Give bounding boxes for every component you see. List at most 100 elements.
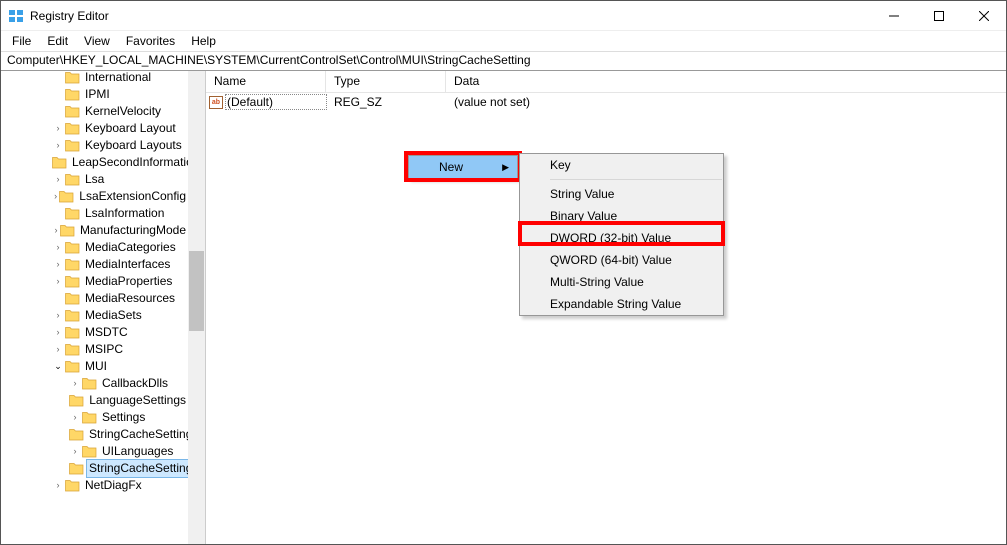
ctx-new-multi[interactable]: Multi-String Value xyxy=(520,271,723,293)
ctx-new-string[interactable]: String Value xyxy=(520,183,723,205)
folder-icon xyxy=(64,309,80,323)
folder-icon xyxy=(64,207,80,221)
maximize-button[interactable] xyxy=(916,1,961,30)
chevron-right-icon[interactable]: › xyxy=(52,120,64,137)
tree-node[interactable]: › MSDTC xyxy=(1,324,188,341)
folder-icon xyxy=(69,462,84,476)
folder-icon xyxy=(69,394,84,408)
tree-node[interactable]: LeapSecondInformation xyxy=(1,154,188,171)
list-row[interactable]: ab (Default) REG_SZ (value not set) xyxy=(206,93,1006,111)
tree-label: International xyxy=(83,71,153,86)
tree-label: MSDTC xyxy=(83,324,130,341)
menubar: File Edit View Favorites Help xyxy=(1,31,1006,51)
folder-icon xyxy=(60,224,75,238)
ctx-separator xyxy=(550,179,722,180)
folder-icon xyxy=(64,105,80,119)
tree-node[interactable]: › UILanguages xyxy=(1,443,188,460)
tree-node[interactable]: ›ManufacturingMode xyxy=(1,222,188,239)
tree-node[interactable]: ⌄ MUI xyxy=(1,358,188,375)
menu-edit[interactable]: Edit xyxy=(40,33,75,49)
chevron-right-icon[interactable]: › xyxy=(52,222,60,239)
tree-node[interactable]: › LsaExtensionConfig xyxy=(1,188,188,205)
menu-help[interactable]: Help xyxy=(184,33,223,49)
tree-label: LanguageSettings xyxy=(87,392,188,409)
tree-node[interactable]: KernelVelocity xyxy=(1,103,188,120)
chevron-right-icon[interactable]: › xyxy=(52,477,64,494)
address-bar[interactable]: Computer\HKEY_LOCAL_MACHINE\SYSTEM\Curre… xyxy=(1,51,1006,71)
tree-node[interactable]: › CallbackDlls xyxy=(1,375,188,392)
ctx-new[interactable]: New ▶ xyxy=(409,156,517,178)
chevron-right-icon[interactable]: › xyxy=(69,443,81,460)
col-name[interactable]: Name xyxy=(206,71,326,92)
col-data[interactable]: Data xyxy=(446,71,1006,92)
tree-label: MUI xyxy=(83,358,109,375)
folder-icon xyxy=(64,275,80,289)
tree-node[interactable]: International xyxy=(1,71,188,86)
folder-icon xyxy=(59,190,74,204)
tree-node[interactable]: MediaResources xyxy=(1,290,188,307)
close-button[interactable] xyxy=(961,1,1006,30)
folder-icon xyxy=(64,258,80,272)
tree-pane: InternationalIPMIKernelVelocity›Keyboard… xyxy=(1,71,206,544)
menu-favorites[interactable]: Favorites xyxy=(119,33,182,49)
chevron-right-icon[interactable]: › xyxy=(52,137,64,154)
tree-scrollbar[interactable] xyxy=(188,71,205,544)
chevron-right-icon[interactable]: › xyxy=(52,239,64,256)
chevron-right-icon[interactable]: › xyxy=(52,256,64,273)
chevron-right-icon[interactable]: › xyxy=(52,188,59,205)
ctx-new-qword[interactable]: QWORD (64-bit) Value xyxy=(520,249,723,271)
menu-file[interactable]: File xyxy=(5,33,38,49)
tree-node[interactable]: ›Keyboard Layouts xyxy=(1,137,188,154)
folder-icon xyxy=(64,173,80,187)
chevron-right-icon[interactable]: › xyxy=(69,409,81,426)
tree-node[interactable]: StringCacheSettings xyxy=(1,426,188,443)
tree-node[interactable]: › NetDiagFx xyxy=(1,477,188,494)
tree-label: KernelVelocity xyxy=(83,103,163,120)
tree-node[interactable]: ›MSIPC xyxy=(1,341,188,358)
chevron-right-icon[interactable]: › xyxy=(52,273,64,290)
tree-label: LsaInformation xyxy=(83,205,166,222)
chevron-down-icon[interactable]: ⌄ xyxy=(52,358,64,375)
folder-icon xyxy=(64,343,80,357)
col-type[interactable]: Type xyxy=(326,71,446,92)
tree-label: LsaExtensionConfig xyxy=(77,188,188,205)
menu-view[interactable]: View xyxy=(77,33,117,49)
tree-label: UILanguages xyxy=(100,443,175,460)
minimize-button[interactable] xyxy=(871,1,916,30)
ctx-new-expand[interactable]: Expandable String Value xyxy=(520,293,723,315)
tree-label: StringCacheSettings xyxy=(87,426,200,443)
tree-node[interactable]: › Settings xyxy=(1,409,188,426)
tree-label: LeapSecondInformation xyxy=(70,154,201,171)
tree-label: MediaCategories xyxy=(83,239,178,256)
ctx-new-dword[interactable]: DWORD (32-bit) Value xyxy=(520,227,723,249)
tree-node[interactable]: StringCacheSetting xyxy=(1,460,188,477)
tree-node[interactable]: ›Keyboard Layout xyxy=(1,120,188,137)
tree-label: NetDiagFx xyxy=(83,477,144,494)
tree-label: MediaResources xyxy=(83,290,177,307)
tree-node[interactable]: ›Lsa xyxy=(1,171,188,188)
regedit-icon xyxy=(8,8,24,24)
list-pane: Name Type Data ab (Default) REG_SZ (valu… xyxy=(206,71,1006,544)
tree-node[interactable]: › MediaCategories xyxy=(1,239,188,256)
tree-node[interactable]: LsaInformation xyxy=(1,205,188,222)
tree-label: CallbackDlls xyxy=(100,375,170,392)
chevron-right-icon[interactable]: › xyxy=(52,324,64,341)
tree-node[interactable]: IPMI xyxy=(1,86,188,103)
context-menu-primary: New ▶ xyxy=(408,155,518,179)
chevron-right-icon[interactable]: › xyxy=(69,375,81,392)
context-menu-new: Key String Value Binary Value DWORD (32-… xyxy=(519,153,724,316)
chevron-right-icon: ▶ xyxy=(502,162,509,173)
chevron-right-icon[interactable]: › xyxy=(52,307,64,324)
ctx-new-binary[interactable]: Binary Value xyxy=(520,205,723,227)
chevron-right-icon[interactable]: › xyxy=(52,171,64,188)
tree-label: Settings xyxy=(100,409,147,426)
ctx-new-key[interactable]: Key xyxy=(520,154,723,176)
tree-node[interactable]: ›MediaInterfaces xyxy=(1,256,188,273)
folder-icon xyxy=(52,156,67,170)
tree-node[interactable]: ›MediaSets xyxy=(1,307,188,324)
chevron-right-icon[interactable]: › xyxy=(52,341,64,358)
tree-node[interactable]: LanguageSettings xyxy=(1,392,188,409)
folder-icon xyxy=(81,377,97,391)
tree-node[interactable]: ›MediaProperties xyxy=(1,273,188,290)
folder-icon xyxy=(64,122,80,136)
